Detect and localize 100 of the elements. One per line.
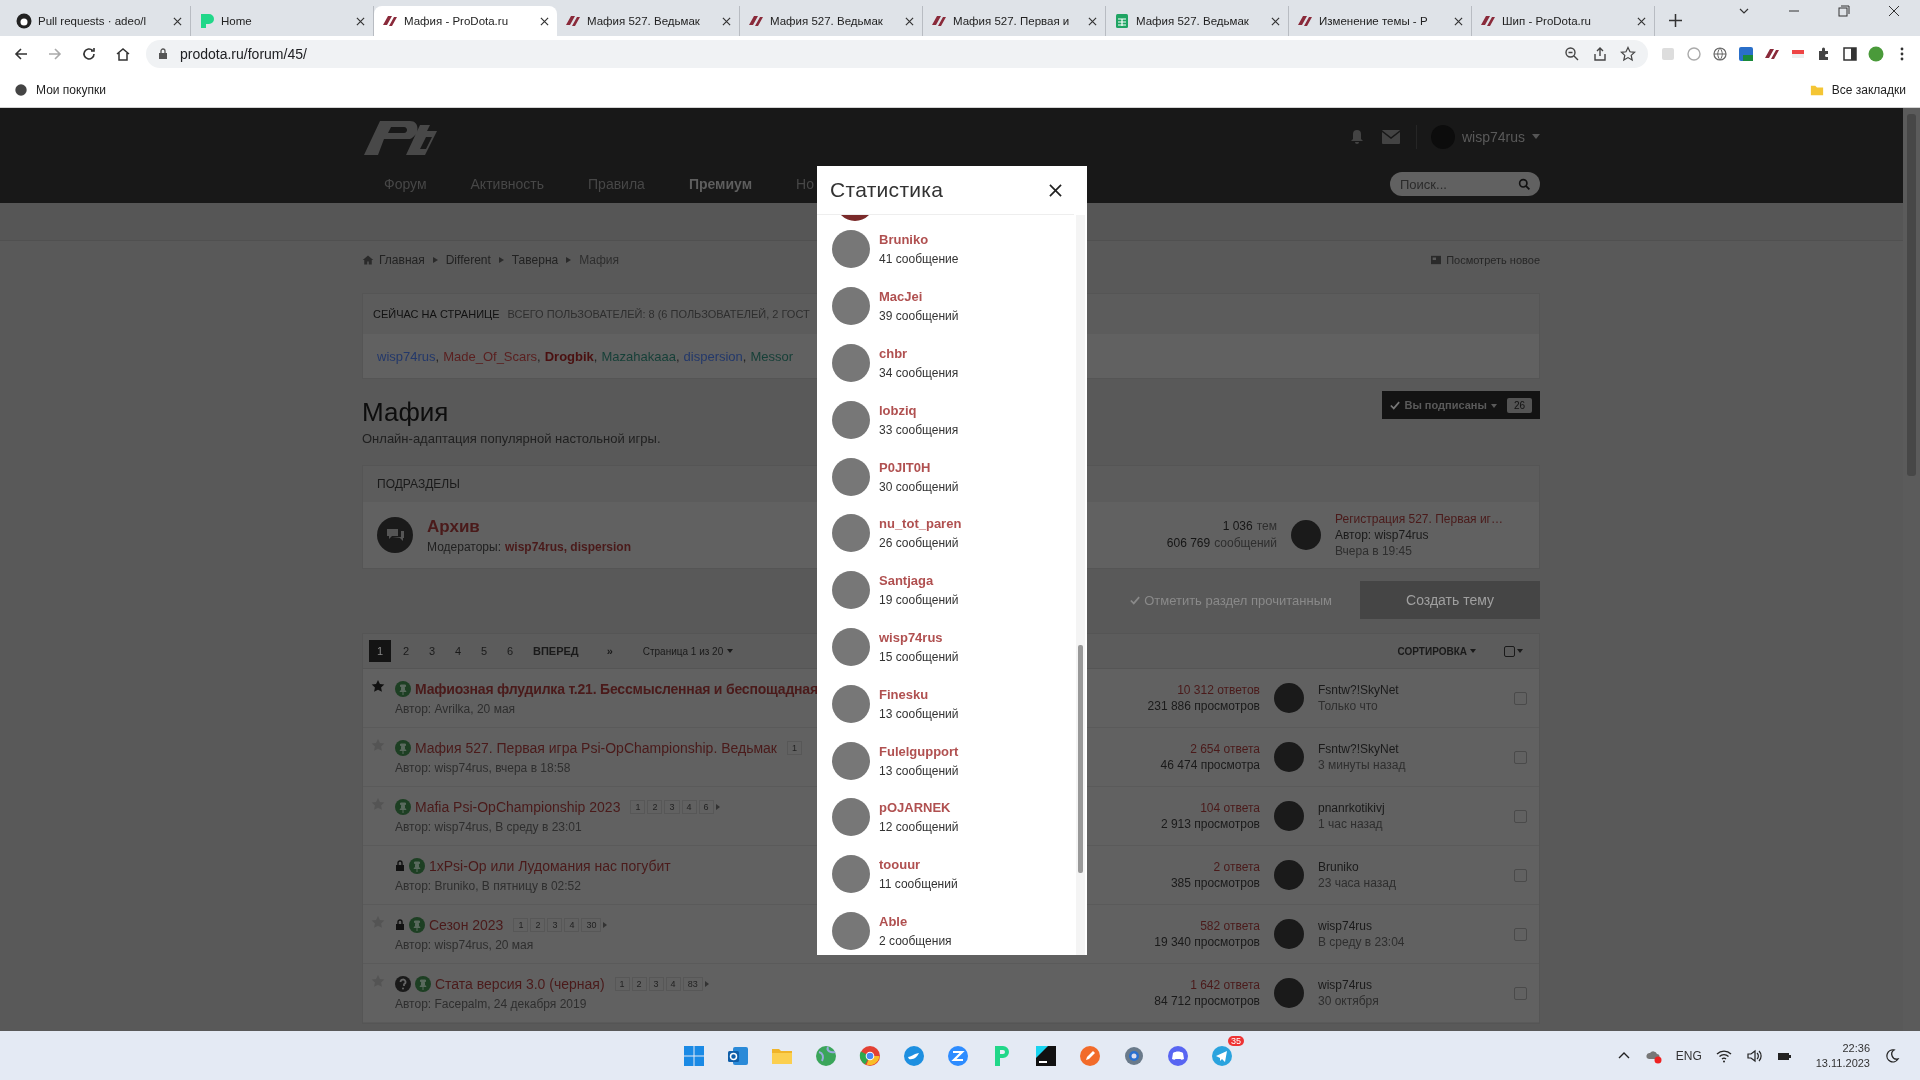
topic-page-link[interactable]: 1 [513,917,529,932]
user-name-link[interactable]: lobziq [879,402,959,418]
user-name-link[interactable]: Bruniko [879,232,959,248]
globe-icon[interactable] [1712,46,1728,62]
bookmark-link[interactable]: Мои покупки [14,82,106,97]
last-poster-name[interactable]: wisp74rus [1318,977,1514,993]
side-panel-icon[interactable] [1842,46,1858,62]
user-name-link[interactable]: chbr [879,346,959,361]
topic-page-link[interactable]: 1 [787,740,802,755]
reload-icon[interactable] [81,46,97,62]
close-icon[interactable] [540,16,549,26]
moderator-links[interactable]: wisp74rus, dispersion [504,539,631,554]
page-link[interactable]: 2 [395,640,417,662]
browser-icon[interactable] [858,1043,882,1068]
browser-tab[interactable]: Мафия - ProDota.ru [374,6,557,36]
topic-title-link[interactable]: Сезон 2023 [429,916,504,933]
topic-page-link[interactable]: 1 [630,799,646,814]
last-poster-name[interactable]: wisp74rus [1318,918,1514,934]
create-topic-button[interactable]: Создать тему [1360,581,1540,619]
online-user-link[interactable]: Messor [750,348,794,364]
last-page-link[interactable]: » [590,640,629,662]
page-jump-dropdown[interactable]: Страница 1 из 20 [642,645,734,657]
online-user-link[interactable]: wisp74rus [377,348,436,364]
last-topic-link[interactable]: Регистрация 527. Первая иг… [1335,511,1525,527]
breadcrumb-link[interactable]: Главная [379,253,425,267]
system-clock[interactable]: 22:36 13.11.2023 [1815,1040,1870,1071]
all-bookmarks-button[interactable]: Все закладки [1809,82,1906,97]
close-icon[interactable] [173,16,182,26]
restore-icon[interactable] [1838,5,1850,17]
close-icon[interactable] [1271,16,1280,26]
close-icon[interactable] [1454,16,1463,26]
user-name-link[interactable]: Santjaga [879,573,959,589]
video-call-icon[interactable] [946,1043,970,1068]
page-link[interactable]: 3 [421,640,443,662]
start-icon[interactable] [682,1043,706,1068]
close-icon[interactable] [356,16,365,26]
close-icon[interactable] [1888,5,1900,17]
bird-icon[interactable] [902,1043,926,1068]
last-poster-name[interactable]: Fsntw?!SkyNet [1318,741,1514,757]
select-all-dropdown[interactable] [1504,645,1523,657]
dialog-scrollbar[interactable] [1076,215,1085,955]
topic-page-link[interactable]: 2 [530,917,546,932]
back-arrow-icon[interactable] [13,46,29,62]
zoom-icon[interactable] [1564,46,1580,62]
subscribed-button[interactable]: Вы подписаны [1390,399,1497,411]
topic-title-link[interactable]: Мафия 527. Первая игра Psi-OpChampionship. Ведьмак [415,739,777,756]
forward-arrow-icon[interactable] [47,46,63,62]
extension-icon[interactable] [1686,46,1702,62]
user-name-link[interactable]: wisp74rus [879,629,959,645]
topic-page-link[interactable]: 2 [647,799,663,814]
share-icon[interactable] [1592,46,1608,62]
next-page-link[interactable]: ВПЕРЕД [525,640,587,662]
page-link[interactable]: 6 [499,640,521,662]
close-icon[interactable] [905,16,914,26]
topic-page-link[interactable]: 2 [631,976,647,991]
last-poster-name[interactable]: Bruniko [1318,859,1514,875]
user-name-link[interactable]: MacJei [879,289,959,305]
user-name-link[interactable]: P0JIT0H [879,459,959,475]
online-user-link[interactable]: Drogbik [544,348,594,364]
user-name-link[interactable]: pOJARNEK [879,800,959,816]
topic-page-link[interactable]: 1 [614,976,630,991]
ide-icon[interactable] [1034,1043,1058,1068]
close-icon[interactable] [1088,16,1097,26]
language-indicator[interactable]: ENG [1675,1048,1702,1063]
speaker-icon[interactable] [1745,1047,1762,1064]
user-name-link[interactable]: nu_tot_paren [879,516,962,532]
extension-icon[interactable] [1738,46,1754,62]
sort-dropdown[interactable]: СОРТИРОВКА [1397,645,1476,657]
nav-tab[interactable]: Премиум [666,165,775,203]
topic-title-link[interactable]: Стата версия 3.0 (черная) [435,975,605,992]
online-user-link[interactable]: dispersion [683,348,743,364]
last-poster-name[interactable]: pnanrkotikivj [1318,800,1514,816]
profile-avatar-icon[interactable] [1868,46,1884,62]
logo-icon[interactable] [1764,46,1780,62]
user-name-link[interactable]: Able [879,913,952,929]
topic-title-link[interactable]: Mafia Psi-OpChampionship 2023 [415,798,621,815]
gamepad-chat-icon[interactable] [1166,1043,1190,1068]
star-icon[interactable] [1620,46,1636,62]
user-menu[interactable]: wisp74rus [1415,124,1540,149]
page-link[interactable]: 5 [473,640,495,662]
address-field[interactable]: prodota.ru/forum/45/ [146,40,1648,68]
star-icon[interactable] [371,679,385,693]
user-name-link[interactable]: Fulelgupport [879,743,959,759]
user-name-link[interactable]: Finesku [879,686,959,702]
page-link[interactable]: 1 [369,640,391,662]
close-icon[interactable] [1049,183,1062,197]
topic-page-link[interactable]: 6 [698,799,714,814]
home-icon[interactable] [115,46,131,62]
search-icon[interactable] [1518,178,1531,191]
online-user-link[interactable]: Mazahakaaa [601,348,676,364]
globe-icon[interactable] [814,1043,838,1068]
topic-title-link[interactable]: Мафиозная флудилка т.21. Бессмысленная и беспощадная [415,680,818,697]
paper-plane-icon[interactable] [1210,1043,1234,1068]
close-icon[interactable] [1637,16,1646,26]
pen-icon[interactable] [1078,1043,1102,1068]
moon-icon[interactable] [1884,1047,1900,1064]
user-name-link[interactable]: toouur [879,857,958,873]
page-link[interactable]: 4 [447,640,469,662]
topic-title-link[interactable]: 1xPsi-Op или Лудомания нас погубит [429,857,671,874]
close-icon[interactable] [722,16,731,26]
